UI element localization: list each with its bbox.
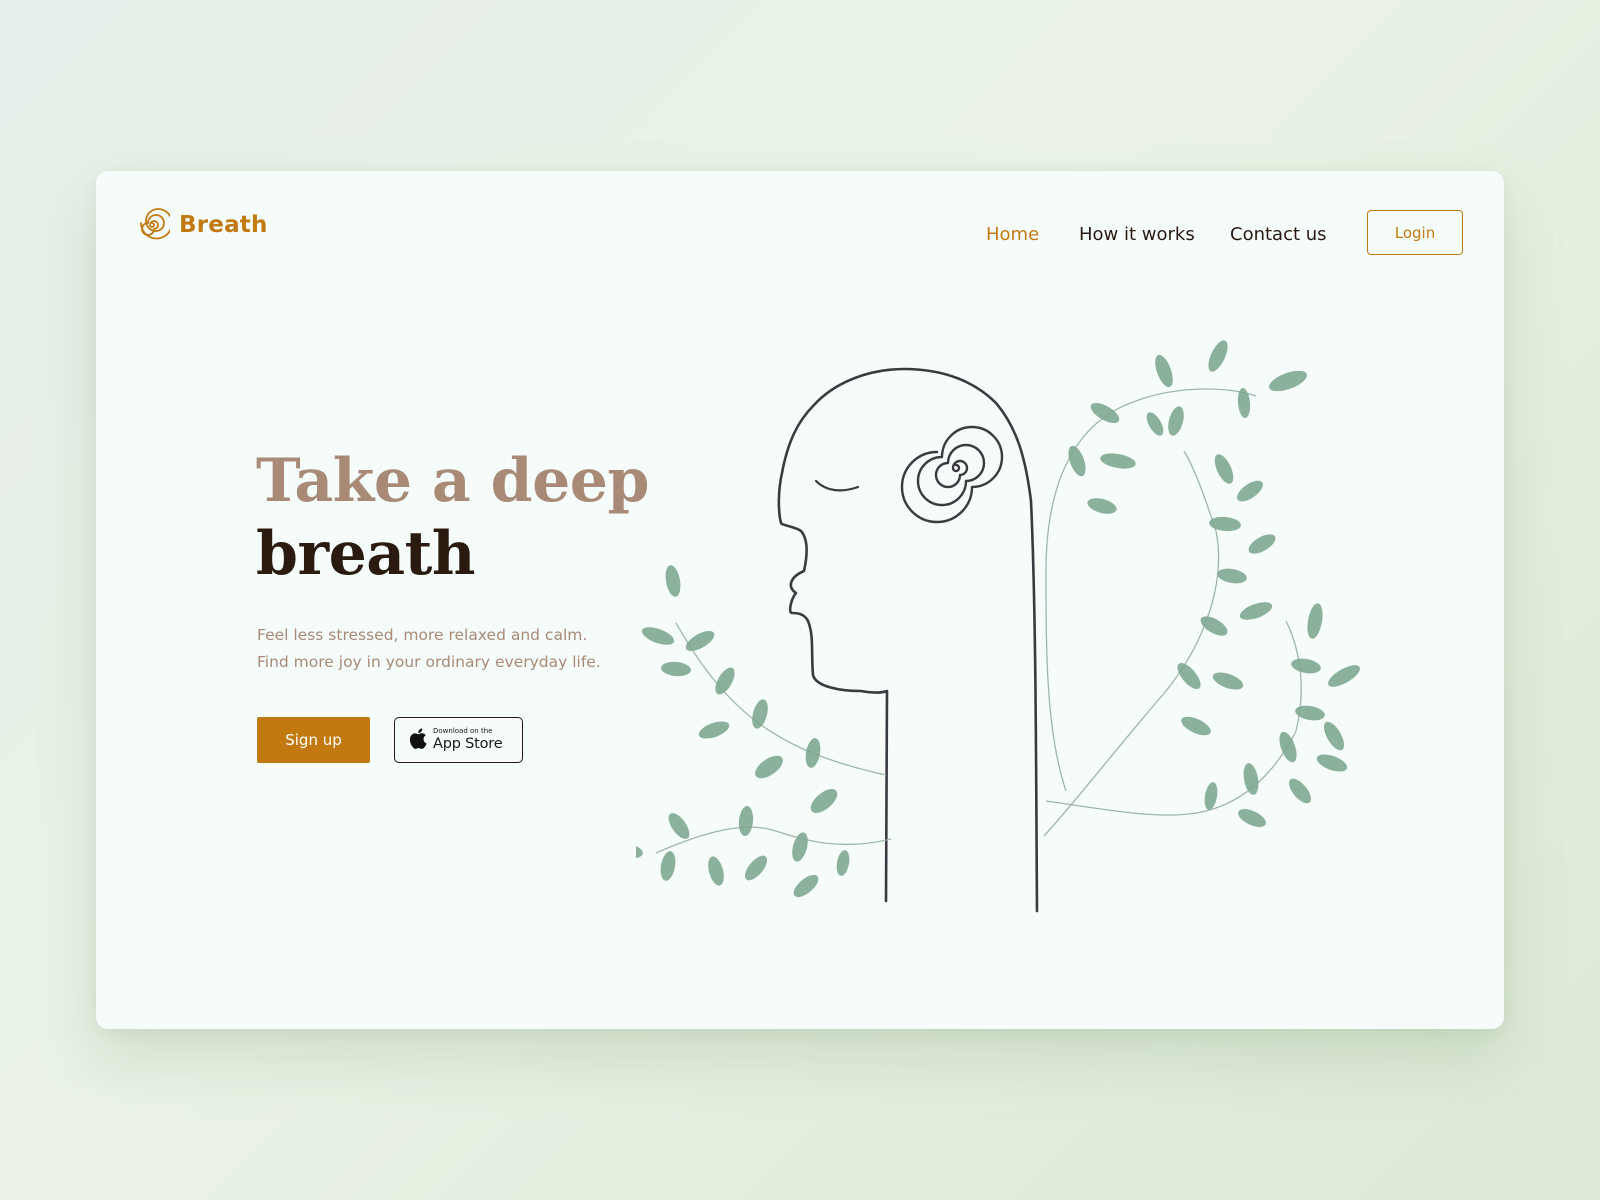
brand-name: Breath xyxy=(179,212,268,238)
app-store-small-text: Download on the xyxy=(433,727,493,736)
hero-subtitle-line1: Feel less stressed, more relaxed and cal… xyxy=(257,626,588,644)
hero-title-line2: breath xyxy=(256,519,475,589)
hero-subtitle: Feel less stressed, more relaxed and cal… xyxy=(257,622,677,676)
nav-how-it-works[interactable]: How it works xyxy=(1079,224,1195,245)
nav-contact-us[interactable]: Contact us xyxy=(1230,224,1327,245)
login-button[interactable]: Login xyxy=(1367,210,1463,255)
app-store-big-text: App Store xyxy=(433,736,503,753)
face-outline xyxy=(777,367,1039,913)
face-illustration xyxy=(636,340,1360,913)
spiral-icon xyxy=(134,207,170,243)
hero-title: Take a deep breath xyxy=(256,445,649,591)
hero-subtitle-line2: Find more joy in your ordinary everyday … xyxy=(257,653,601,671)
hero-title-line1: Take a deep xyxy=(256,446,649,516)
apple-icon xyxy=(409,727,427,753)
nav-home[interactable]: Home xyxy=(986,224,1039,245)
landing-card: Breath Home How it works Contact us Logi… xyxy=(96,171,1504,1029)
signup-button[interactable]: Sign up xyxy=(257,717,370,763)
app-store-text: Download on the App Store xyxy=(433,727,503,753)
app-store-button[interactable]: Download on the App Store xyxy=(394,717,523,763)
leaves xyxy=(636,340,1360,898)
brand-logo[interactable]: Breath xyxy=(134,207,268,243)
